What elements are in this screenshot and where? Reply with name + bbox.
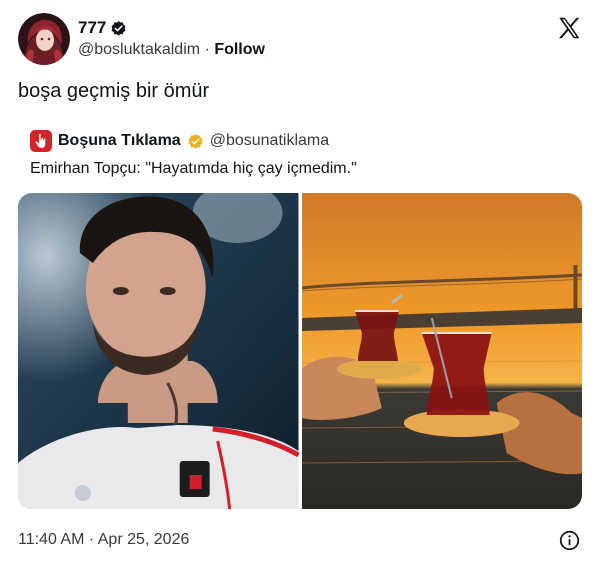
hand-cursor-icon: [35, 133, 46, 148]
football-player-image[interactable]: [18, 193, 299, 509]
quote-author-avatar[interactable]: [30, 130, 52, 152]
quote-display-name[interactable]: Boşuna Tıklama: [58, 132, 181, 150]
tweet-text: boşa geçmiş bir ömür: [18, 80, 210, 102]
author-handle-row: @bosluktakaldim · Follow: [78, 41, 265, 59]
tea-sunset-image[interactable]: [301, 193, 582, 509]
author-handle[interactable]: @bosluktakaldim: [78, 41, 200, 58]
author-name-row: 777: [78, 18, 127, 38]
tea-photo-icon: [301, 193, 582, 509]
media-grid: [18, 193, 582, 509]
info-icon[interactable]: [559, 530, 580, 551]
x-logo-icon[interactable]: [556, 15, 582, 41]
quote-handle[interactable]: @bosunatiklama: [210, 132, 329, 150]
player-photo-icon: [18, 193, 299, 509]
gold-verified-badge-icon: [188, 133, 203, 149]
tweet-timestamp[interactable]: 11:40 AM · Apr 25, 2026: [18, 531, 189, 549]
tweet-header: 777 @bosluktakaldim · Follow: [18, 13, 582, 67]
quote-header: Boşuna Tıklama @bosunatiklama: [30, 128, 582, 154]
author-display-name[interactable]: 777: [78, 18, 106, 38]
quote-text: Emirhan Topçu: "Hayatımda hiç çay içmedi…: [30, 160, 357, 177]
verified-badge-icon: [111, 20, 126, 36]
author-avatar[interactable]: [18, 13, 70, 65]
anime-avatar-icon: [18, 13, 70, 65]
handle-separator: ·: [204, 41, 210, 58]
follow-button[interactable]: Follow: [214, 41, 265, 58]
quoted-tweet[interactable]: Boşuna Tıklama @bosunatiklama Emirhan To…: [18, 128, 582, 178]
